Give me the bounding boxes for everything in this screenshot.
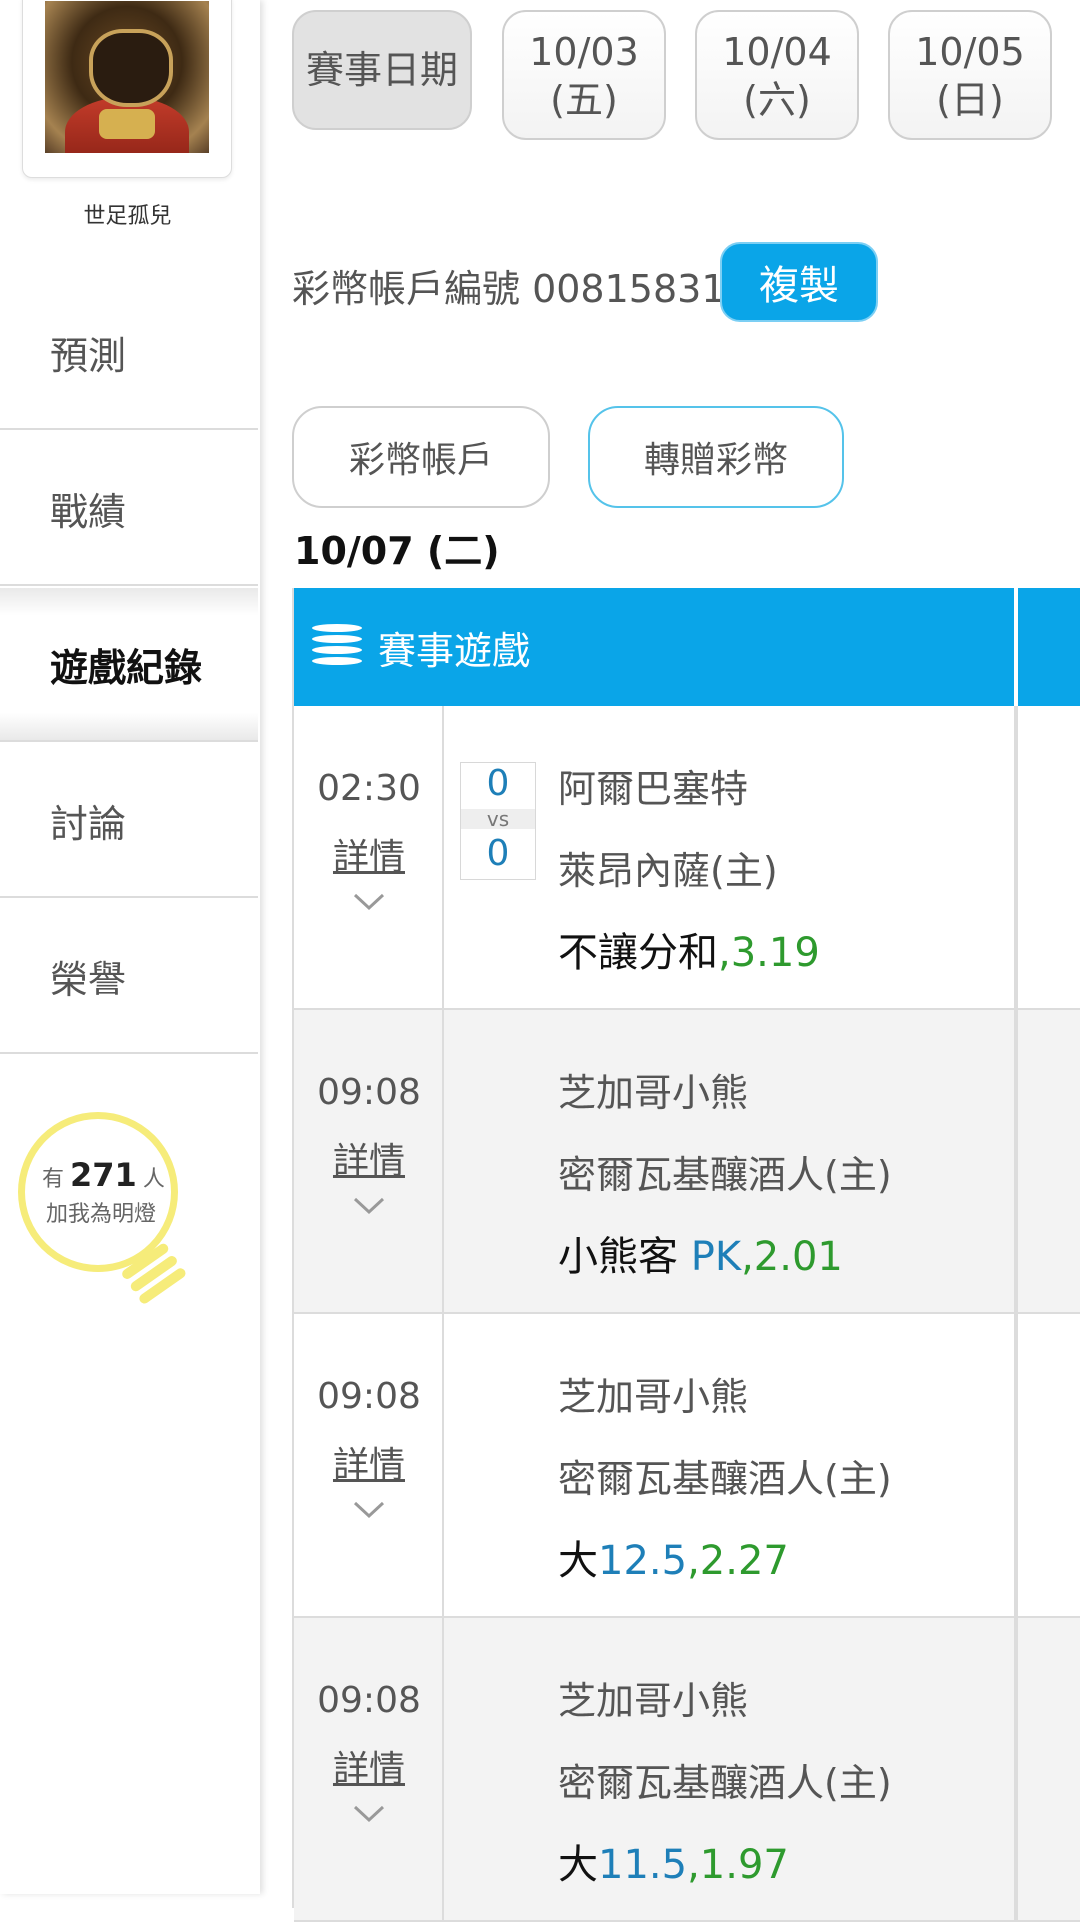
table-row: 02:30 詳情 0 vs 0 阿爾巴塞特 萊昂內薩(主) 不讓分和,3.19 <box>294 706 1080 1010</box>
avatar-card[interactable] <box>22 0 232 178</box>
pick-type: 大 <box>558 1842 598 1888</box>
table-row: 09:08 詳情 芝加哥小熊 密爾瓦基釀酒人(主) 小熊客 PK,2.01 <box>294 1010 1080 1314</box>
nav-item-record[interactable]: 戰績 <box>0 432 258 586</box>
date-text: 10/03 <box>529 30 639 74</box>
home-team: 密爾瓦基釀酒人(主) <box>558 1761 892 1805</box>
table-header: 賽事遊戲 <box>294 588 1014 706</box>
nav-item-game-history[interactable]: 遊戲紀錄 <box>0 588 258 742</box>
home-score: 0 <box>486 833 510 874</box>
pick: 大12.5,2.27 <box>558 1528 789 1586</box>
pick-odds: ,1.97 <box>687 1842 789 1888</box>
time-cell: 02:30 詳情 <box>294 706 444 1008</box>
column-divider <box>1014 1010 1018 1312</box>
home-team: 密爾瓦基釀酒人(主) <box>558 1153 892 1197</box>
weekday-text: (五) <box>550 78 618 122</box>
detail-link[interactable]: 詳情 <box>294 828 444 880</box>
away-team: 芝加哥小熊 <box>558 1679 749 1723</box>
score-box: 0 vs 0 <box>460 762 536 880</box>
pick-type: 小熊客 <box>558 1234 691 1280</box>
chevron-down-icon[interactable] <box>352 1804 386 1824</box>
pick-line: PK <box>690 1234 742 1280</box>
nav-item-honor[interactable]: 榮譽 <box>0 900 258 1054</box>
away-team: 芝加哥小熊 <box>558 1375 749 1419</box>
date-button-1004[interactable]: 10/04 (六) <box>695 10 859 140</box>
pick-line: 11.5 <box>598 1842 688 1888</box>
pick: 大11.5,1.97 <box>558 1832 789 1890</box>
weekday-text: (六) <box>743 78 811 122</box>
sidebar: 世足孤兒 預測 戰績 遊戲紀錄 討論 榮譽 有 271 人 加我為明燈 <box>0 0 260 1894</box>
username: 世足孤兒 <box>83 204 172 229</box>
date-text: 10/04 <box>722 30 832 74</box>
section-date-heading: 10/07 (二) <box>294 529 500 573</box>
column-divider <box>1014 1618 1018 1920</box>
date-text: 10/05 <box>915 30 1025 74</box>
date-button-1003[interactable]: 10/03 (五) <box>502 10 666 140</box>
chevron-down-icon[interactable] <box>352 892 386 912</box>
table-row: 09:08 詳情 芝加哥小熊 密爾瓦基釀酒人(主) 大12.5,2.27 <box>294 1314 1080 1618</box>
home-team: 密爾瓦基釀酒人(主) <box>558 1457 892 1501</box>
table-header-title: 賽事遊戲 <box>378 628 531 673</box>
fans-count-line: 有 271 人 <box>42 1156 165 1194</box>
chevron-down-icon[interactable] <box>352 1500 386 1520</box>
match-date-label: 賽事日期 <box>292 10 472 130</box>
table-row: 09:08 詳情 芝加哥小熊 密爾瓦基釀酒人(主) 大11.5,1.97 <box>294 1618 1080 1922</box>
vs-label: vs <box>461 809 535 829</box>
pick-type: 大 <box>558 1538 598 1584</box>
fans-suffix: 人 <box>142 1167 165 1192</box>
avatar[interactable] <box>45 1 209 153</box>
away-score: 0 <box>486 763 510 804</box>
copy-button[interactable]: 複製 <box>720 242 878 322</box>
coins-icon <box>312 624 362 672</box>
time-cell: 09:08 詳情 <box>294 1010 444 1312</box>
detail-link[interactable]: 詳情 <box>294 1436 444 1488</box>
column-divider <box>1014 706 1018 1008</box>
detail-link[interactable]: 詳情 <box>294 1740 444 1792</box>
pick: 小熊客 PK,2.01 <box>558 1224 843 1282</box>
match-time: 09:08 <box>317 1376 421 1417</box>
fans-caption: 加我為明燈 <box>46 1202 157 1227</box>
fans-widget[interactable]: 有 271 人 加我為明燈 <box>14 1112 214 1342</box>
fans-prefix: 有 <box>42 1167 65 1192</box>
pick-odds: ,2.01 <box>741 1234 843 1280</box>
wallet-account-button[interactable]: 彩幣帳戶 <box>292 406 550 508</box>
away-team: 阿爾巴塞特 <box>558 767 749 811</box>
weekday-text: (日) <box>936 78 1004 122</box>
nav-item-predict[interactable]: 預測 <box>0 276 258 430</box>
table-header-extra <box>1018 588 1080 706</box>
match-time: 02:30 <box>317 768 421 809</box>
pick: 不讓分和,3.19 <box>558 920 820 978</box>
pick-odds: ,3.19 <box>718 930 820 976</box>
detail-link[interactable]: 詳情 <box>294 1132 444 1184</box>
away-team: 芝加哥小熊 <box>558 1071 749 1115</box>
date-button-1005[interactable]: 10/05 (日) <box>888 10 1052 140</box>
time-cell: 09:08 詳情 <box>294 1314 444 1616</box>
games-table: 賽事遊戲 02:30 詳情 0 vs 0 阿爾巴塞特 萊昂內薩(主) 不讓分和,… <box>292 588 1080 1922</box>
match-time: 09:08 <box>317 1072 421 1113</box>
gift-coins-button[interactable]: 轉贈彩幣 <box>588 406 844 508</box>
account-number-label: 彩幣帳戶編號 00815831 <box>292 267 726 311</box>
home-team: 萊昂內薩(主) <box>558 849 778 893</box>
pick-odds: ,2.27 <box>687 1538 789 1584</box>
column-divider <box>1014 1314 1018 1616</box>
nav-item-discussion[interactable]: 討論 <box>0 744 258 898</box>
time-cell: 09:08 詳情 <box>294 1618 444 1920</box>
fans-count: 271 <box>70 1156 137 1194</box>
pick-type: 不讓分和 <box>558 930 718 976</box>
match-time: 09:08 <box>317 1680 421 1721</box>
pick-line: 12.5 <box>598 1538 688 1584</box>
chevron-down-icon[interactable] <box>352 1196 386 1216</box>
